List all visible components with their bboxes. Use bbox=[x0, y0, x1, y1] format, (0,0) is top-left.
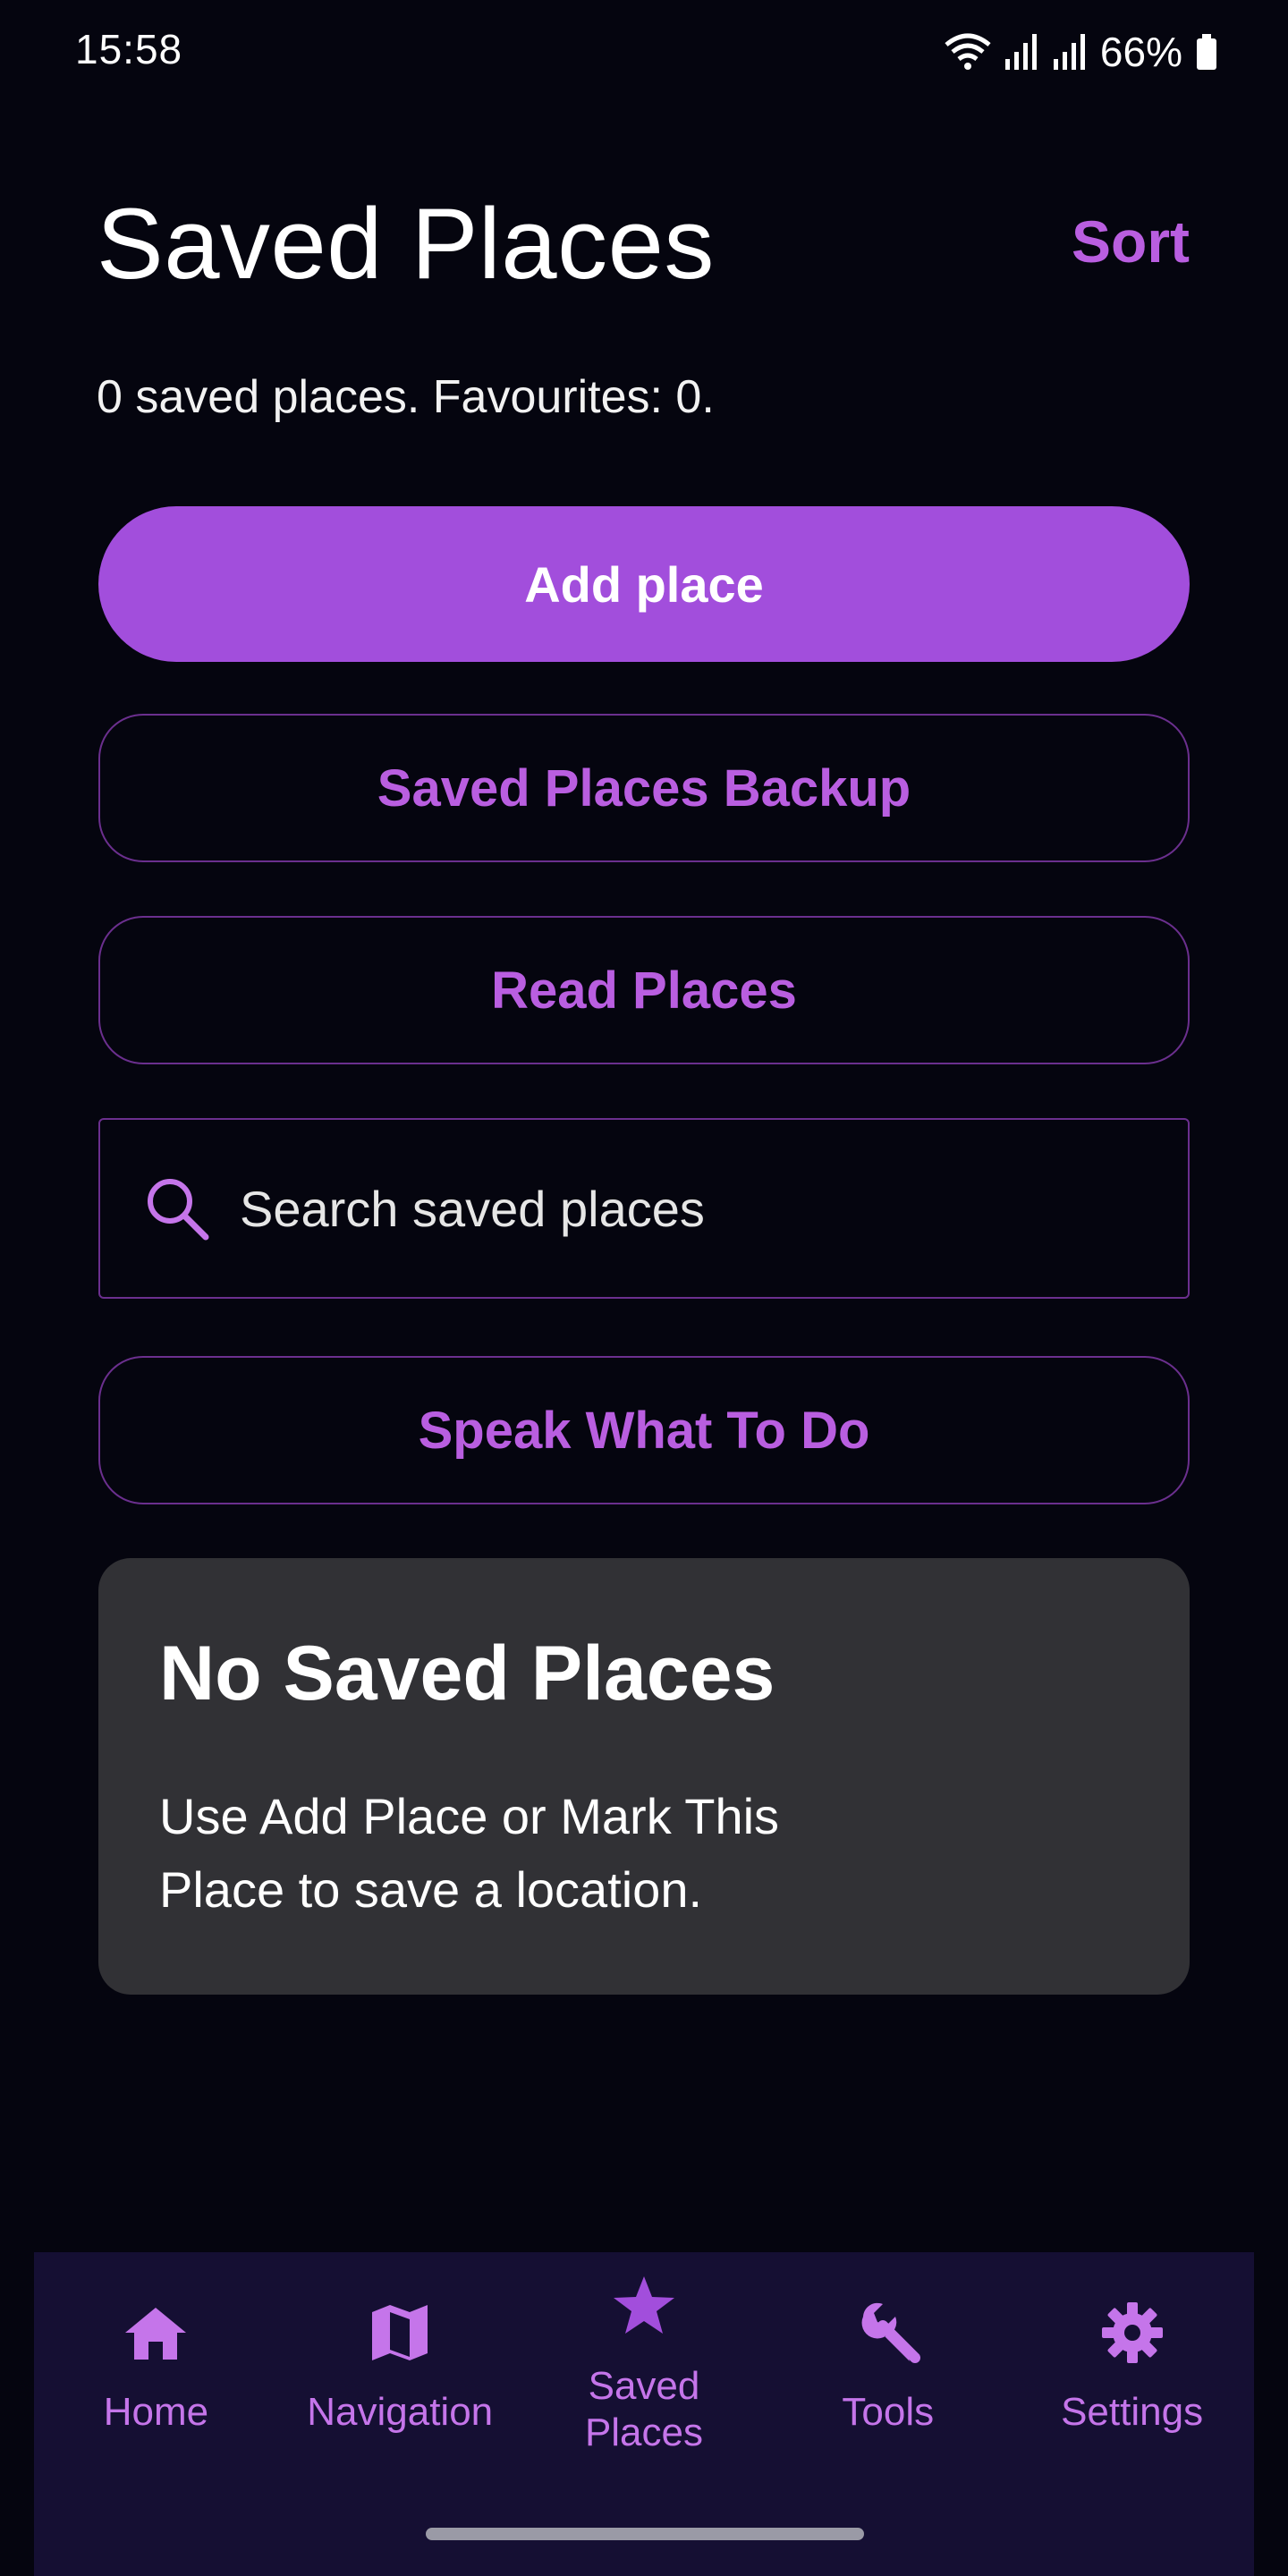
page-title: Saved Places bbox=[97, 188, 715, 300]
search-box[interactable] bbox=[98, 1118, 1190, 1299]
backup-label: Saved Places Backup bbox=[377, 758, 911, 818]
status-bar: 15:58 66% bbox=[0, 0, 1288, 107]
gear-icon bbox=[1097, 2297, 1168, 2368]
read-places-label: Read Places bbox=[491, 961, 797, 1020]
nav-label-saved-places: Saved Places bbox=[584, 2364, 704, 2454]
empty-state-title: No Saved Places bbox=[159, 1631, 775, 1716]
home-indicator[interactable] bbox=[426, 2528, 864, 2540]
home-icon bbox=[120, 2297, 191, 2368]
status-icons: 66% bbox=[945, 25, 1218, 79]
signal-icon bbox=[1052, 32, 1088, 72]
wifi-icon bbox=[945, 32, 991, 72]
nav-item-home[interactable]: Home bbox=[34, 2252, 278, 2576]
speak-what-to-do-button[interactable]: Speak What To Do bbox=[98, 1356, 1190, 1504]
star-icon bbox=[608, 2270, 680, 2342]
wrench-icon bbox=[852, 2297, 924, 2368]
nav-label-navigation: Navigation bbox=[307, 2390, 494, 2434]
add-place-label: Add place bbox=[524, 555, 764, 613]
empty-state-message: Use Add Place or Mark This Place to save… bbox=[159, 1788, 780, 1918]
speak-label: Speak What To Do bbox=[418, 1401, 870, 1460]
sort-button[interactable]: Sort bbox=[1072, 208, 1190, 275]
status-time: 15:58 bbox=[75, 26, 183, 72]
battery-icon bbox=[1195, 32, 1218, 72]
nav-item-settings[interactable]: Settings bbox=[1010, 2252, 1254, 2576]
add-place-button[interactable]: Add place bbox=[98, 506, 1190, 662]
saved-places-screen: 15:58 66% Saved Places Sort 0 saved plac… bbox=[0, 0, 1288, 2576]
nav-label-tools: Tools bbox=[842, 2390, 935, 2434]
search-input[interactable] bbox=[240, 1179, 1134, 1238]
read-places-button[interactable]: Read Places bbox=[98, 916, 1190, 1064]
battery-percentage: 66% bbox=[1099, 29, 1182, 75]
saved-places-backup-button[interactable]: Saved Places Backup bbox=[98, 714, 1190, 862]
saved-places-summary: 0 saved places. Favourites: 0. bbox=[97, 371, 715, 423]
nav-label-settings: Settings bbox=[1061, 2390, 1204, 2434]
signal-icon bbox=[1004, 32, 1039, 72]
nav-label-home: Home bbox=[103, 2390, 209, 2434]
map-icon bbox=[364, 2297, 436, 2368]
empty-state-card: No Saved Places Use Add Place or Mark Th… bbox=[98, 1558, 1190, 1995]
search-icon bbox=[141, 1173, 213, 1244]
